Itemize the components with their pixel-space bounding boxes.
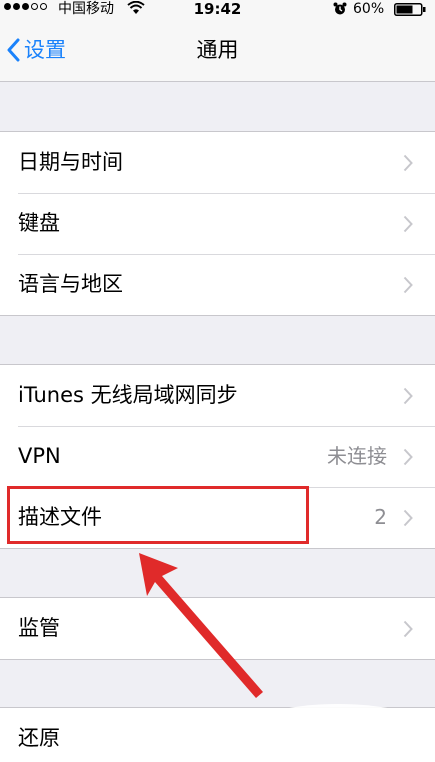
row-date-time[interactable]: 日期与时间 (0, 132, 435, 193)
alarm-icon (333, 2, 347, 15)
row-vpn[interactable]: VPN 未连接 (0, 426, 435, 487)
settings-general-screen: 中国移动 19:42 60% 设置 通用 日期与时间 键盘 语言与地区 iTun… (0, 0, 435, 762)
chevron-right-icon (403, 448, 413, 466)
settings-group-2: iTunes 无线局域网同步 VPN 未连接 描述文件 2 (0, 364, 435, 549)
row-label: iTunes 无线局域网同步 (18, 383, 238, 407)
row-language-region[interactable]: 语言与地区 (0, 254, 435, 315)
battery-percent: 60% (353, 1, 385, 17)
battery-icon (394, 3, 426, 16)
status-bar: 中国移动 19:42 60% (0, 0, 435, 18)
row-label: VPN (18, 444, 61, 468)
settings-group-3: 监管 (0, 597, 435, 660)
chevron-right-icon (403, 215, 413, 233)
chevron-right-icon (403, 620, 413, 638)
settings-group-4: 还原 (0, 707, 435, 762)
row-itunes-wifi-sync[interactable]: iTunes 无线局域网同步 (0, 365, 435, 426)
row-label: 键盘 (18, 211, 60, 235)
chevron-right-icon (403, 276, 413, 294)
chevron-right-icon (403, 387, 413, 405)
row-profiles[interactable]: 描述文件 2 (0, 487, 435, 548)
row-label: 监管 (18, 616, 60, 640)
profiles-count-value: 2 (374, 505, 387, 529)
chevron-right-icon (403, 154, 413, 172)
row-supervision[interactable]: 监管 (0, 598, 435, 659)
row-label: 描述文件 (18, 505, 102, 529)
navigation-bar: 设置 通用 (0, 18, 435, 82)
row-label: 日期与时间 (18, 150, 123, 174)
row-keyboard[interactable]: 键盘 (0, 193, 435, 254)
row-label: 语言与地区 (18, 272, 123, 296)
row-reset[interactable]: 还原 (0, 708, 435, 762)
settings-group-1: 日期与时间 键盘 语言与地区 (0, 131, 435, 316)
row-label: 还原 (18, 726, 60, 750)
vpn-status-value: 未连接 (327, 444, 387, 468)
page-title: 通用 (196, 38, 239, 62)
chevron-right-icon (403, 509, 413, 527)
